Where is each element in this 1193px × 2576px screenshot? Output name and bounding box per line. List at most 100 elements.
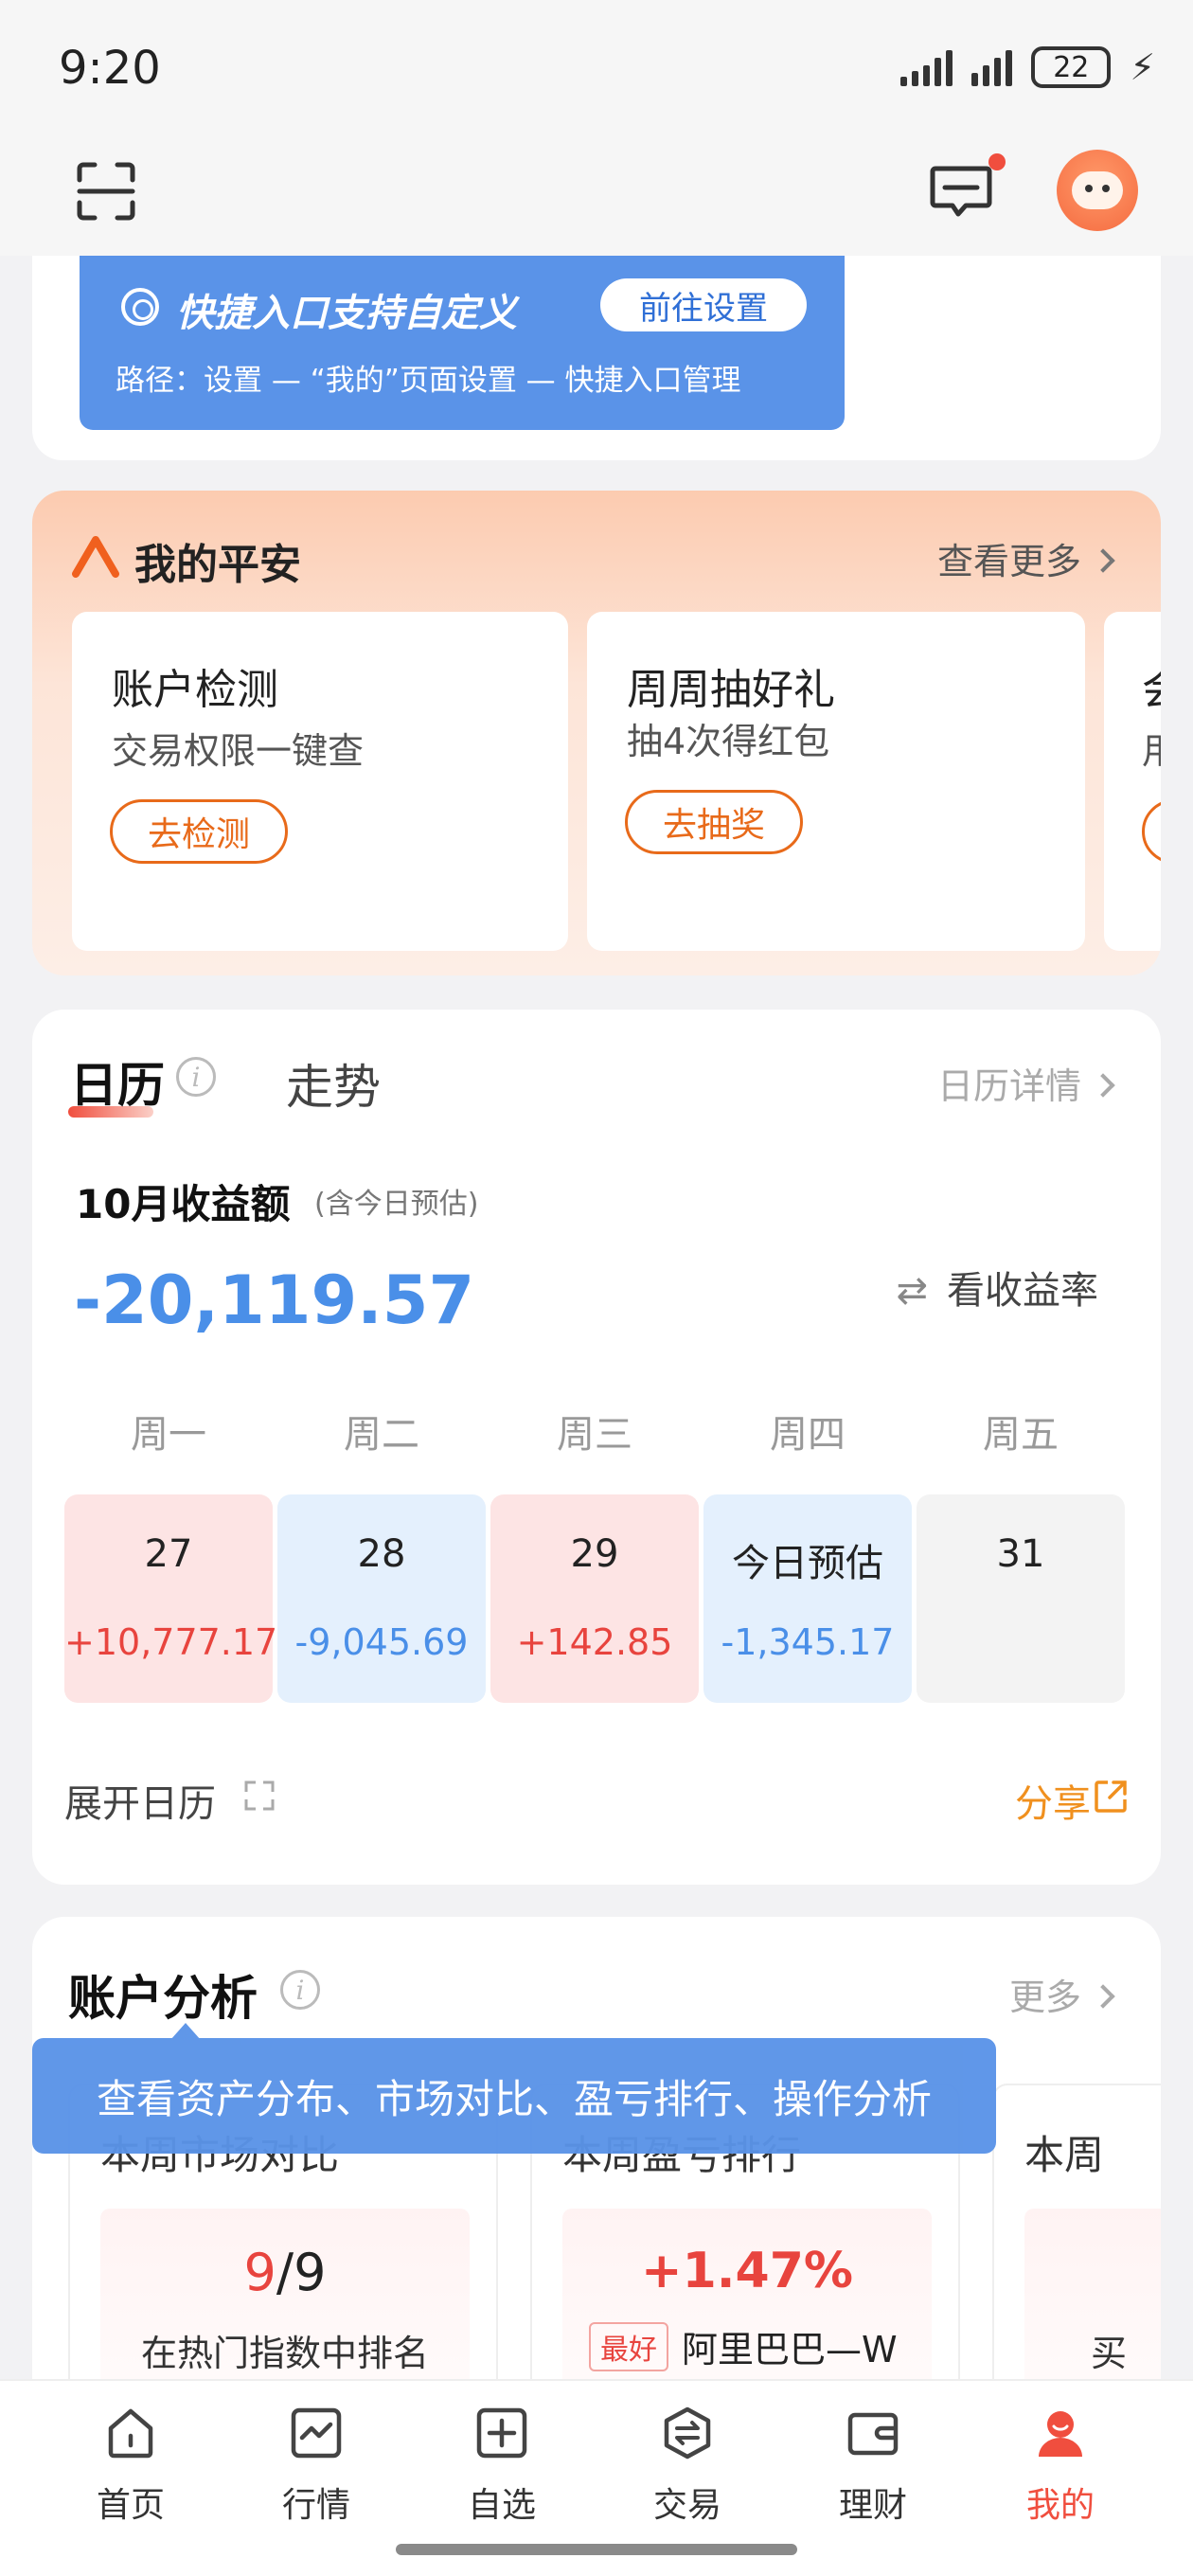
day-value: -1,345.17 [721,1621,895,1663]
day-value: -9,045.69 [294,1621,469,1663]
calendar-detail-link[interactable]: 日历详情 [936,1057,1115,1109]
notification-dot [988,153,1006,170]
weekday-label: 周一 [131,1413,206,1457]
day-label: 28 [357,1532,406,1576]
tip-title: 快捷入口支持自定义 [176,292,517,335]
info-icon[interactable]: i [176,1057,216,1097]
nav-watchlist[interactable]: 自选 [426,2394,578,2527]
expand-calendar-link[interactable]: 展开日历 [64,1773,216,1828]
card-subtitle: 交易权限一键查 [112,730,365,772]
view-return-rate-link[interactable]: ⇄ 看收益率 [896,1260,1098,1315]
message-icon[interactable] [930,165,992,220]
info-icon[interactable]: i [280,1970,320,2010]
status-time: 9:20 [59,42,161,95]
battery-icon: 22 [1031,46,1112,88]
day-value: +10,777.17 [64,1621,278,1663]
sub-card-title: 本周 [1024,2132,1105,2178]
weekday-label: 周三 [557,1413,632,1457]
profile-icon [1039,2411,1082,2457]
go-draw-button[interactable]: 去抽奖 [625,790,803,854]
nav-trade[interactable]: 交易 [612,2394,763,2527]
nav-mine[interactable]: 我的 [985,2394,1136,2527]
nav-wealth[interactable]: 理财 [797,2394,949,2527]
avatar[interactable] [1057,150,1138,231]
account-analysis-more-label: 更多 [1008,1977,1081,2018]
tab-calendar[interactable]: 日历 [70,1047,165,1116]
pingan-card-weekly-draw[interactable]: 周周抽好礼 抽4次得红包 去抽奖 [587,612,1085,951]
day-label: 29 [570,1532,619,1576]
weekday-label: 周五 [983,1413,1059,1457]
day-label: 31 [996,1532,1045,1576]
rank-value: 9/9 [100,2243,470,2302]
day-cell[interactable]: 27 +10,777.17 [64,1494,278,1703]
expand-icon[interactable] [242,1779,276,1813]
tab-trend[interactable]: 走势 [286,1049,381,1118]
best-stock-row: 最好 阿里巴巴—W [589,2320,898,2372]
chart-icon [291,2407,342,2459]
signal-icon [900,48,953,86]
rank-number: 9 [243,2243,276,2302]
top-header [0,142,1193,256]
analysis-tooltip[interactable]: 查看资产分布、市场对比、盈亏排行、操作分析 [32,2023,996,2154]
scan-icon[interactable] [76,161,136,222]
nav-label: 自选 [467,2486,536,2525]
pingan-card-account-check[interactable]: 账户检测 交易权限一键查 去检测 [72,612,568,951]
share-icon[interactable] [1093,1779,1129,1815]
nav-home[interactable]: 首页 [55,2394,206,2527]
go-check-button[interactable]: 去检测 [110,799,288,864]
account-analysis-more-link[interactable]: 更多 [1008,1968,1115,2020]
chevron-right-icon [1091,1072,1115,1098]
calendar-detail-label: 日历详情 [936,1065,1081,1107]
card-subtitle: 用 [1142,730,1161,772]
chevron-right-icon [1091,547,1115,573]
day-cell[interactable]: 29 +142.85 [490,1494,699,1703]
chevron-right-icon [1091,1983,1115,2009]
my-pingan-section: 我的平安 查看更多 账户检测 交易权限一键查 去检测 周周抽好礼 抽4次得红包 … [32,491,1161,975]
status-bar: 9:20 22 ⚡ [0,0,1193,142]
day-label: 今日预估 [732,1542,883,1585]
avatar-face-icon [1072,171,1123,209]
month-income-value: -20,119.57 [74,1261,475,1339]
view-return-rate-label: 看收益率 [947,1269,1098,1313]
go-settings-button[interactable]: 前往设置 [600,278,807,331]
rank-total: /9 [276,2243,327,2302]
nav-label: 首页 [96,2486,165,2525]
calendar-card: 日历 i 走势 日历详情 10月收益额 (含今日预估) -20,119.57 ⇄… [32,1010,1161,1885]
day-cell-today[interactable]: 今日预估 -1,345.17 [703,1494,912,1703]
day-value: +142.85 [516,1621,673,1663]
swap-icon: ⇄ [896,1269,928,1313]
best-stock-name: 阿里巴巴—W [682,2329,898,2370]
pingan-more-label: 查看更多 [936,541,1081,582]
month-income-label: 10月收益额 [76,1181,291,1227]
best-badge: 最好 [589,2321,668,2371]
charging-icon: ⚡ [1130,46,1155,88]
target-icon [121,288,159,326]
sub-card-text: 买 [1091,2333,1128,2374]
shortcut-tip-banner: 快捷入口支持自定义 前往设置 路径：设置 — “我的”页面设置 — 快捷入口管理 [80,256,845,430]
pingan-more-link[interactable]: 查看更多 [936,532,1115,584]
partial-card-button[interactable] [1142,799,1161,864]
day-cell[interactable]: 31 [917,1494,1125,1703]
app-screen: 9:20 22 ⚡ 快捷入口支持自定义 前往设置 路径：设置 — “我的”页面设… [0,0,1193,2576]
rank-subtitle: 在热门指数中排名 [140,2333,429,2374]
pingan-title: 我的平安 [134,541,301,589]
home-indicator[interactable] [396,2544,797,2555]
home-icon [108,2408,153,2459]
nav-label: 我的 [1025,2486,1095,2525]
month-income-note: (含今日预估) [314,1188,479,1221]
day-cell[interactable]: 28 -9,045.69 [277,1494,486,1703]
pnl-value: +1.47% [641,2243,853,2299]
weekday-label: 周二 [344,1413,419,1457]
exchange-icon [664,2406,711,2460]
nav-label: 交易 [652,2486,721,2525]
status-icons: 22 ⚡ [900,44,1155,91]
pingan-card-partial[interactable]: 会 用 [1104,612,1161,951]
card-title: 周周抽好礼 [627,666,835,714]
plus-square-icon [476,2407,527,2459]
nav-market[interactable]: 行情 [240,2394,392,2527]
pingan-logo-icon [72,536,119,578]
share-link[interactable]: 分享 [1015,1773,1091,1828]
account-analysis-title: 账户分析 [68,1971,258,2026]
nav-label: 理财 [838,2486,907,2525]
signal-icon-2 [971,48,1013,86]
